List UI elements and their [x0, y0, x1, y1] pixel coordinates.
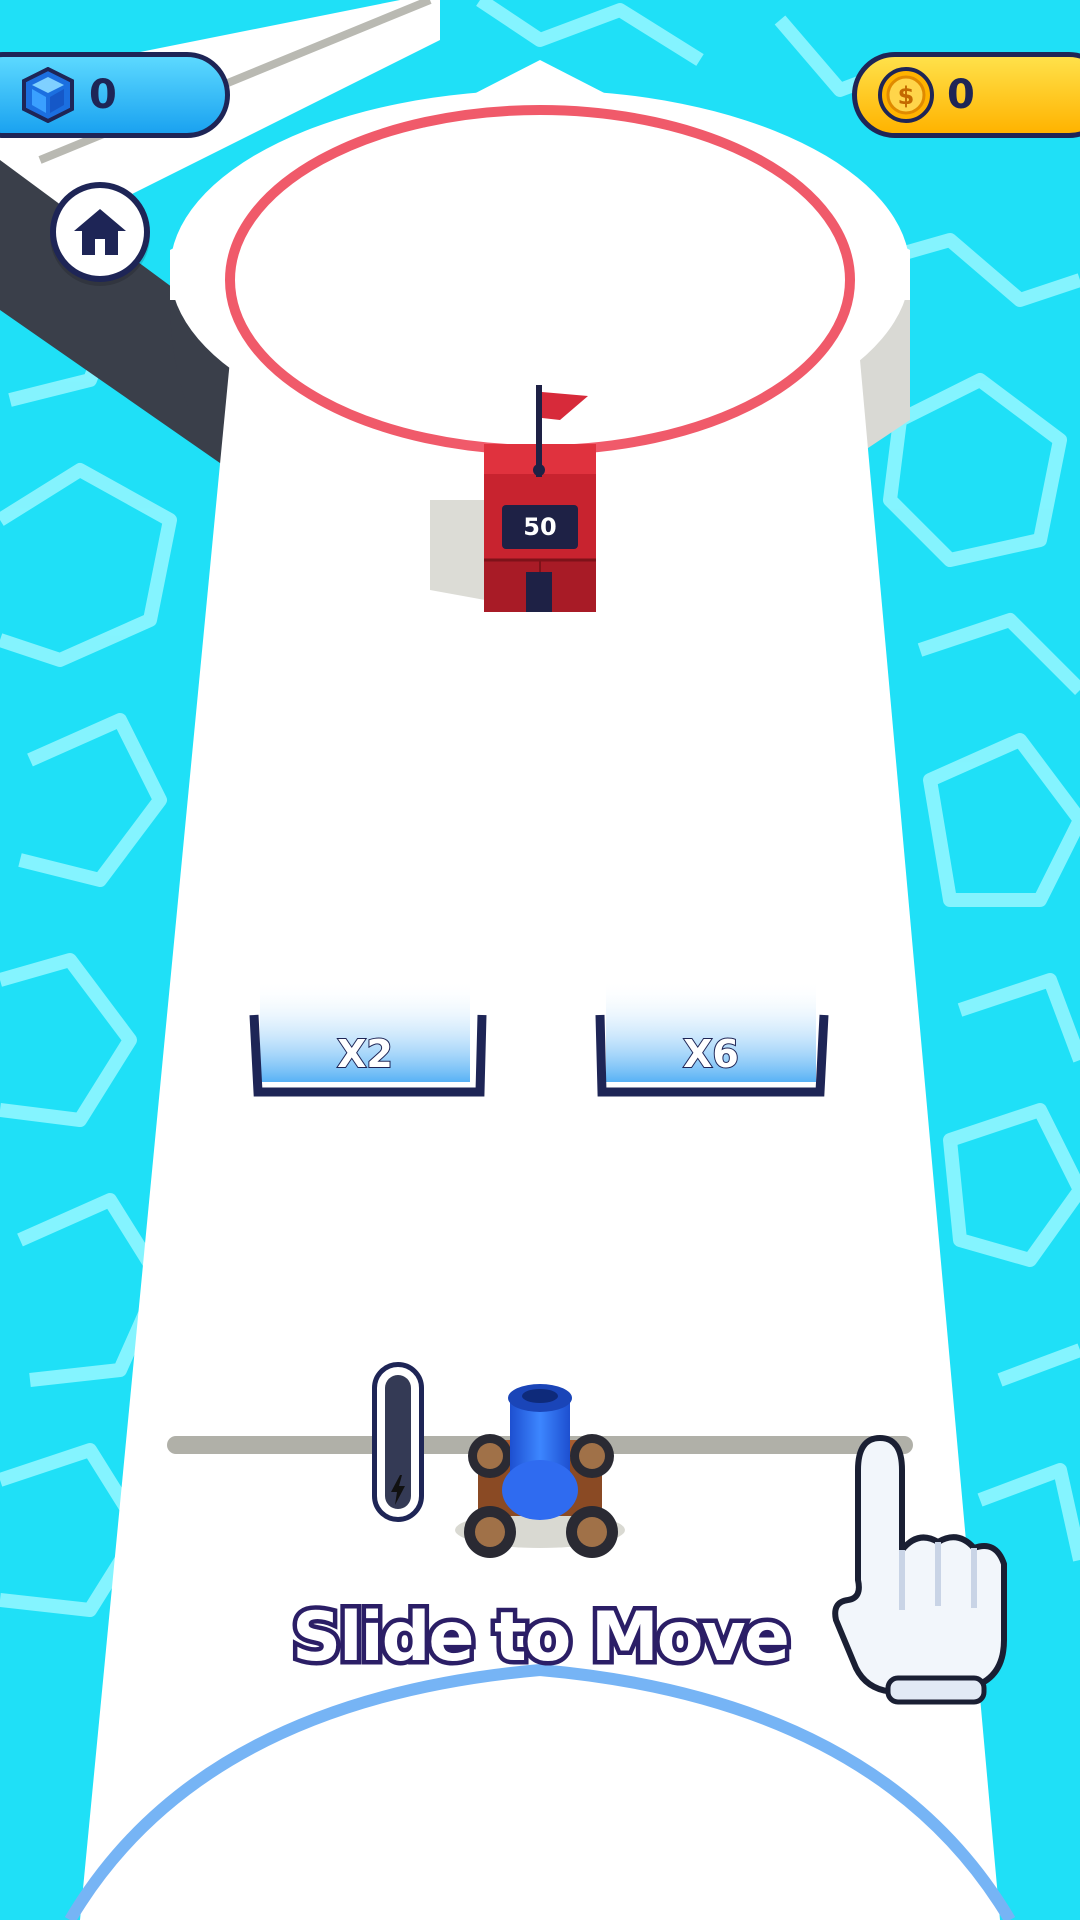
gem-counter: 0 [0, 52, 230, 138]
gate-x6-label: X6 [682, 1031, 740, 1077]
gem-cube-icon [19, 66, 77, 124]
coin-counter: $ 0 [852, 52, 1080, 138]
pointing-hand-icon [832, 1435, 1007, 1705]
svg-text:$: $ [898, 82, 915, 110]
gem-count: 0 [89, 72, 117, 118]
coin-dollar-icon: $ [877, 66, 935, 124]
lightning-icon [391, 1475, 405, 1505]
coin-count: 0 [947, 72, 975, 118]
home-button[interactable] [50, 182, 150, 282]
gate-x2-label: X2 [336, 1031, 394, 1077]
gate-x6: X6 [596, 1012, 826, 1092]
power-meter [372, 1362, 424, 1522]
home-icon [74, 209, 126, 255]
tower-health-label: 50 [502, 505, 578, 549]
gate-x2: X2 [250, 1012, 480, 1092]
